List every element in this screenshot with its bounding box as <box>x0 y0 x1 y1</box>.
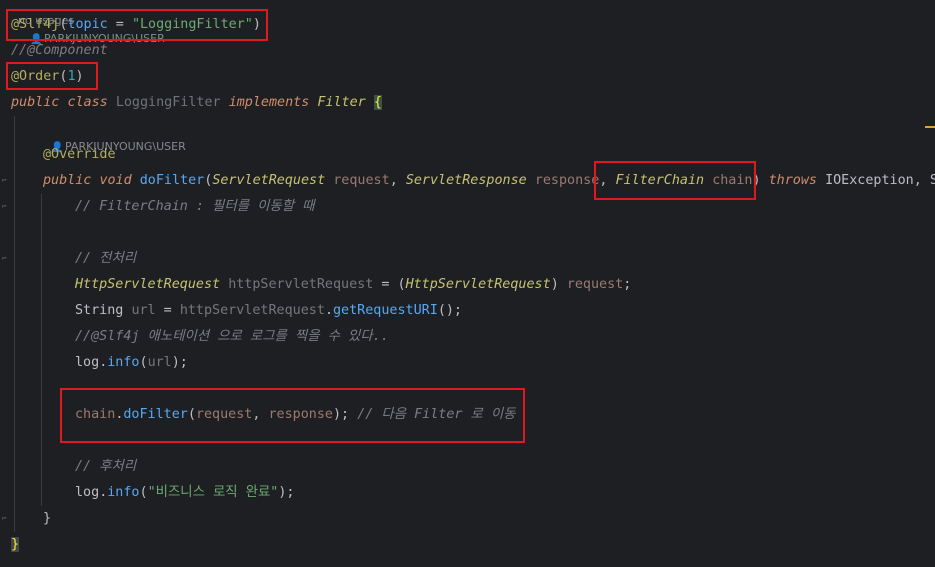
code-line-cast[interactable]: HttpServletRequest httpServletRequest = … <box>75 272 631 298</box>
method-call: info <box>107 485 140 500</box>
keyword-public: public <box>43 173 92 188</box>
paren-close: ); <box>278 485 295 500</box>
var-name: httpServletRequest <box>228 277 374 292</box>
semicolon: ; <box>623 277 632 292</box>
comma: , <box>913 173 930 188</box>
fold-icon[interactable]: ⌐ <box>2 255 9 263</box>
call-parens: (); <box>437 303 462 318</box>
keyword-public: public <box>11 95 60 110</box>
close-brace: } <box>11 537 20 552</box>
code-line-component-comment[interactable]: //@Component <box>11 38 108 64</box>
code-line-log-done[interactable]: log.info("비즈니스 로직 완료"); <box>75 480 295 506</box>
object-ref: httpServletRequest <box>179 303 325 318</box>
method-name: doFilter <box>139 173 205 188</box>
dot: . <box>324 303 333 318</box>
code-line-comment-filterchain[interactable]: // FilterChain : 필터를 이동할 때 <box>75 194 314 220</box>
code-line-comment-slf4j[interactable]: //@Slf4j 애노테이션 으로 로그를 찍을 수 있다.. <box>75 324 389 350</box>
code-line-method-close[interactable]: } <box>43 506 51 532</box>
method-call: getRequestURI <box>333 303 438 318</box>
paren-open: ( <box>139 485 148 500</box>
keyword-throws: throws <box>768 173 817 188</box>
code-line-class-declaration[interactable]: public class LoggingFilter implements Fi… <box>11 90 382 116</box>
equals-sign: = ( <box>373 277 406 292</box>
highlight-box-slf4j <box>6 9 268 41</box>
string-literal: "비즈니스 로직 완료" <box>147 485 279 500</box>
highlight-box-chain-dofilter <box>60 388 525 443</box>
highlight-box-filterchain <box>594 161 756 200</box>
method-call: info <box>107 355 140 370</box>
indent-guide <box>14 116 15 532</box>
code-line-log-url[interactable]: log.info(url); <box>75 350 188 376</box>
indent-guide <box>41 194 42 506</box>
code-line-class-close[interactable]: } <box>11 532 20 558</box>
log-ref: log <box>75 355 100 370</box>
code-line-comment-post[interactable]: // 후처리 <box>75 454 136 480</box>
paren-close: ) <box>550 277 567 292</box>
truncated-text: Se <box>929 173 935 188</box>
cast-source: request <box>566 277 624 292</box>
keyword-implements: implements <box>228 95 310 110</box>
param-name: request <box>333 173 390 188</box>
cast-type: HttpServletRequest <box>405 277 551 292</box>
highlight-box-order <box>6 62 98 90</box>
paren-open: ( <box>139 355 148 370</box>
close-brace: } <box>43 511 52 526</box>
call-arg: url <box>147 355 172 370</box>
open-brace: { <box>373 95 382 110</box>
fold-icon[interactable]: ⌐ <box>2 177 9 185</box>
code-line-comment-pre[interactable]: // 전처리 <box>75 246 136 272</box>
fold-icon[interactable]: ⌐ <box>2 515 9 523</box>
var-type: String <box>75 303 124 318</box>
scrollbar-warning-marker[interactable] <box>925 126 935 128</box>
method-author-hint[interactable]: 👤 PARKJUNYOUNG\USER <box>44 120 186 153</box>
paren-close: ); <box>171 355 188 370</box>
code-line-url[interactable]: String url = httpServletRequest.getReque… <box>75 298 462 324</box>
keyword-void: void <box>99 173 132 188</box>
param-name: response <box>534 173 600 188</box>
var-type: HttpServletRequest <box>75 277 221 292</box>
fold-icon[interactable]: ⌐ <box>2 203 9 211</box>
var-name: url <box>131 303 156 318</box>
equals-sign: = <box>155 303 180 318</box>
keyword-class: class <box>67 95 108 110</box>
exception-type: IOException <box>825 173 914 188</box>
interface-name: Filter <box>317 95 366 110</box>
code-line-method-signature[interactable]: public void doFilter(ServletRequest requ… <box>43 168 935 194</box>
param-type: ServletRequest <box>212 173 326 188</box>
comma: , <box>389 173 406 188</box>
log-ref: log <box>75 485 100 500</box>
param-type: ServletResponse <box>405 173 527 188</box>
code-line-override[interactable]: @Override <box>43 142 116 168</box>
class-name: LoggingFilter <box>115 95 221 110</box>
